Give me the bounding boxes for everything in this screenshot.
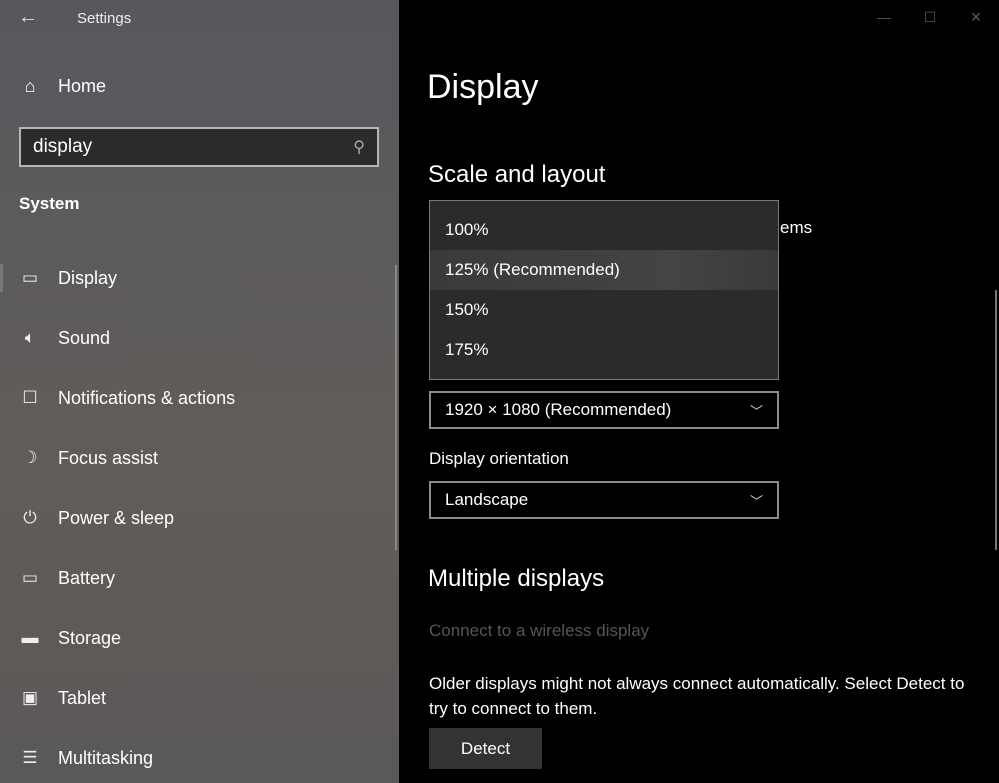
sidebar-item-multitasking[interactable]: ☰ Multitasking xyxy=(18,743,153,773)
label: Tablet xyxy=(58,687,107,708)
scale-dropdown-list[interactable]: 100% 125% (Recommended) 150% 175% xyxy=(429,200,779,380)
sidebar-item-notifications[interactable]: ☐ Notifications & actions xyxy=(18,383,235,413)
label: Power & sleep xyxy=(58,507,175,528)
label: Notifications & actions xyxy=(58,387,236,408)
label: Battery xyxy=(58,567,116,588)
search-input[interactable]: display ⚲ xyxy=(19,127,379,167)
scale-option-175[interactable]: 175% xyxy=(430,330,778,370)
home-link[interactable]: ⌂ Home xyxy=(18,76,106,97)
label: Storage xyxy=(58,627,122,648)
storage-icon: ▬ xyxy=(21,628,39,647)
selection-indicator xyxy=(0,264,3,292)
label: Sound xyxy=(58,327,111,348)
message-icon: ☐ xyxy=(22,388,38,407)
arrow-left-icon[interactable]: ← xyxy=(18,6,38,29)
scale-option-125[interactable]: 125% (Recommended) xyxy=(430,250,778,290)
sidebar-item-display[interactable]: ▭ Display xyxy=(18,263,117,293)
sidebar-item-sound[interactable]: 🔈︎ Sound xyxy=(18,323,110,353)
scale-option-150[interactable]: 150% xyxy=(430,290,778,330)
sidebar-item-storage[interactable]: ▬ Storage xyxy=(18,623,122,653)
scale-section-heading: Scale and layout xyxy=(428,161,606,188)
main-scrollbar[interactable] xyxy=(995,290,997,550)
sidebar-item-battery[interactable]: ▭ Battery xyxy=(18,563,115,593)
battery-icon: ▭ xyxy=(21,568,39,587)
chevron-down-icon: ﹀ xyxy=(749,493,763,509)
sidebar: ← Settings ⌂ Home display ⚲ System ▭ Disp… xyxy=(0,0,399,783)
window-controls: — ☐ ✕ xyxy=(861,0,999,34)
maximize-icon[interactable]: ☐ xyxy=(907,0,953,34)
orientation-select[interactable]: Landscape ﹀ xyxy=(429,481,779,519)
multiple-displays-heading: Multiple displays xyxy=(428,565,605,592)
chevron-down-icon: ﹀ xyxy=(749,403,763,419)
label: Display xyxy=(58,267,118,288)
app-title: Settings xyxy=(77,10,132,27)
monitor-icon: ▭ xyxy=(21,268,39,287)
label: Multitasking xyxy=(58,747,154,768)
speaker-icon: 🔈︎ xyxy=(24,328,36,347)
tablet-icon: ▣ xyxy=(21,688,39,707)
detect-button[interactable]: Detect xyxy=(429,728,542,769)
wireless-display-link[interactable]: Connect to a wireless display xyxy=(429,621,649,641)
search-value: display xyxy=(33,136,93,157)
multitasking-icon: ☰ xyxy=(22,748,38,767)
power-icon: ⏻ xyxy=(23,508,37,527)
older-displays-text: Older displays might not always connect … xyxy=(429,674,965,718)
section-heading: System xyxy=(19,194,80,213)
scale-option-100[interactable]: 100% xyxy=(430,210,778,250)
moon-icon: ☽ xyxy=(22,448,38,467)
orientation-value: Landscape xyxy=(445,490,529,509)
resolution-value: 1920 × 1080 (Recommended) xyxy=(445,400,672,419)
home-label: Home xyxy=(58,76,107,96)
label: Focus assist xyxy=(58,447,159,468)
sidebar-item-focus-assist[interactable]: ☽ Focus assist xyxy=(18,443,158,473)
partial-text: ems xyxy=(780,218,813,237)
orientation-label: Display orientation xyxy=(429,449,569,468)
search-icon[interactable]: ⚲ xyxy=(353,137,365,157)
home-icon: ⌂ xyxy=(24,76,36,96)
sidebar-item-power-sleep[interactable]: ⏻ Power & sleep xyxy=(18,503,174,533)
minimize-icon[interactable]: — xyxy=(861,0,907,34)
page-title: Display xyxy=(427,68,539,106)
sidebar-item-tablet[interactable]: ▣ Tablet xyxy=(18,683,106,713)
close-icon[interactable]: ✕ xyxy=(953,0,999,34)
resolution-select[interactable]: 1920 × 1080 (Recommended) ﹀ xyxy=(429,391,779,429)
sidebar-scrollbar[interactable] xyxy=(395,265,397,550)
